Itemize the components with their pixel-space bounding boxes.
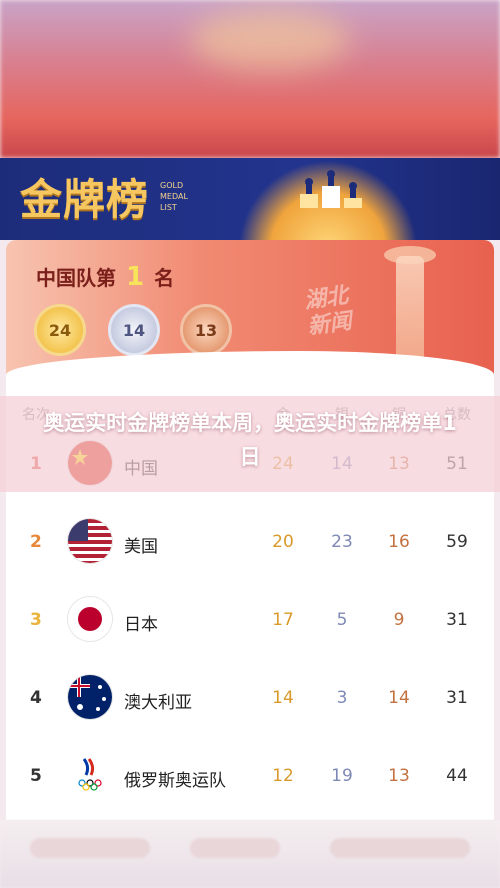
row-gold: 14 bbox=[272, 688, 294, 708]
row-total: 59 bbox=[446, 532, 468, 552]
podium-icon bbox=[300, 170, 362, 208]
medal-table-card: 湖北 新闻 中国队第1名 24 14 13 名次 金 银 铜 总数 1 中国 2… bbox=[6, 240, 494, 820]
row-rank: 5 bbox=[30, 766, 42, 786]
row-country: 日本 bbox=[124, 615, 158, 635]
china-rank-title: 中国队第 1 名 bbox=[36, 262, 174, 292]
japan-flag-icon bbox=[68, 597, 112, 641]
row-bronze: 9 bbox=[393, 610, 405, 630]
row-country: 美国 bbox=[124, 537, 158, 557]
row-country: 俄罗斯奥运队 bbox=[124, 771, 226, 791]
bottom-blurred-footer bbox=[0, 820, 500, 888]
usa-flag-icon bbox=[68, 519, 112, 563]
table-row[interactable]: 4 澳大利亚 14 3 14 31 bbox=[6, 660, 494, 736]
table-row[interactable]: 3 日本 17 5 9 31 bbox=[6, 582, 494, 658]
row-silver: 5 bbox=[336, 610, 348, 630]
monument-tower-icon bbox=[396, 256, 424, 366]
top-blurred-header bbox=[0, 0, 500, 158]
hubei-news-watermark: 湖北 新闻 bbox=[302, 283, 354, 340]
row-gold: 12 bbox=[272, 766, 294, 786]
row-bronze: 14 bbox=[388, 688, 410, 708]
rank-prefix: 中国队第 bbox=[36, 266, 116, 290]
roc-flag-icon bbox=[68, 753, 112, 797]
row-gold: 20 bbox=[272, 532, 294, 552]
row-silver: 3 bbox=[336, 688, 348, 708]
gold-medal-count: 24 bbox=[34, 304, 86, 356]
row-rank: 4 bbox=[30, 688, 42, 708]
australia-flag-icon bbox=[68, 675, 112, 719]
row-silver: 23 bbox=[331, 532, 353, 552]
row-rank: 2 bbox=[30, 532, 42, 552]
bronze-medal-count: 13 bbox=[180, 304, 232, 356]
row-gold: 17 bbox=[272, 610, 294, 630]
rank-suffix: 名 bbox=[154, 266, 175, 290]
banner-title: 金牌榜 bbox=[20, 175, 150, 224]
row-total: 31 bbox=[446, 688, 468, 708]
rank-number: 1 bbox=[126, 262, 145, 292]
row-rank: 3 bbox=[30, 610, 42, 630]
row-total: 44 bbox=[446, 766, 468, 786]
banner-subtitle: GOLD MEDAL LIST bbox=[160, 181, 188, 212]
headline-overlay-text: 奥运实时金牌榜单本周，奥运实时金牌榜单1日 bbox=[43, 411, 457, 469]
row-bronze: 13 bbox=[388, 766, 410, 786]
table-row[interactable]: 2 美国 20 23 16 59 bbox=[6, 504, 494, 580]
china-summary-hero: 湖北 新闻 中国队第 1 名 24 14 13 bbox=[6, 240, 494, 375]
row-silver: 19 bbox=[331, 766, 353, 786]
medal-list-banner: 金牌榜 GOLD MEDAL LIST bbox=[0, 158, 500, 240]
row-country: 澳大利亚 bbox=[124, 693, 192, 713]
row-bronze: 16 bbox=[388, 532, 410, 552]
row-total: 31 bbox=[446, 610, 468, 630]
table-row[interactable]: 5 俄罗斯奥运队 12 19 13 44 bbox=[6, 738, 494, 814]
silver-medal-count: 14 bbox=[108, 304, 160, 356]
